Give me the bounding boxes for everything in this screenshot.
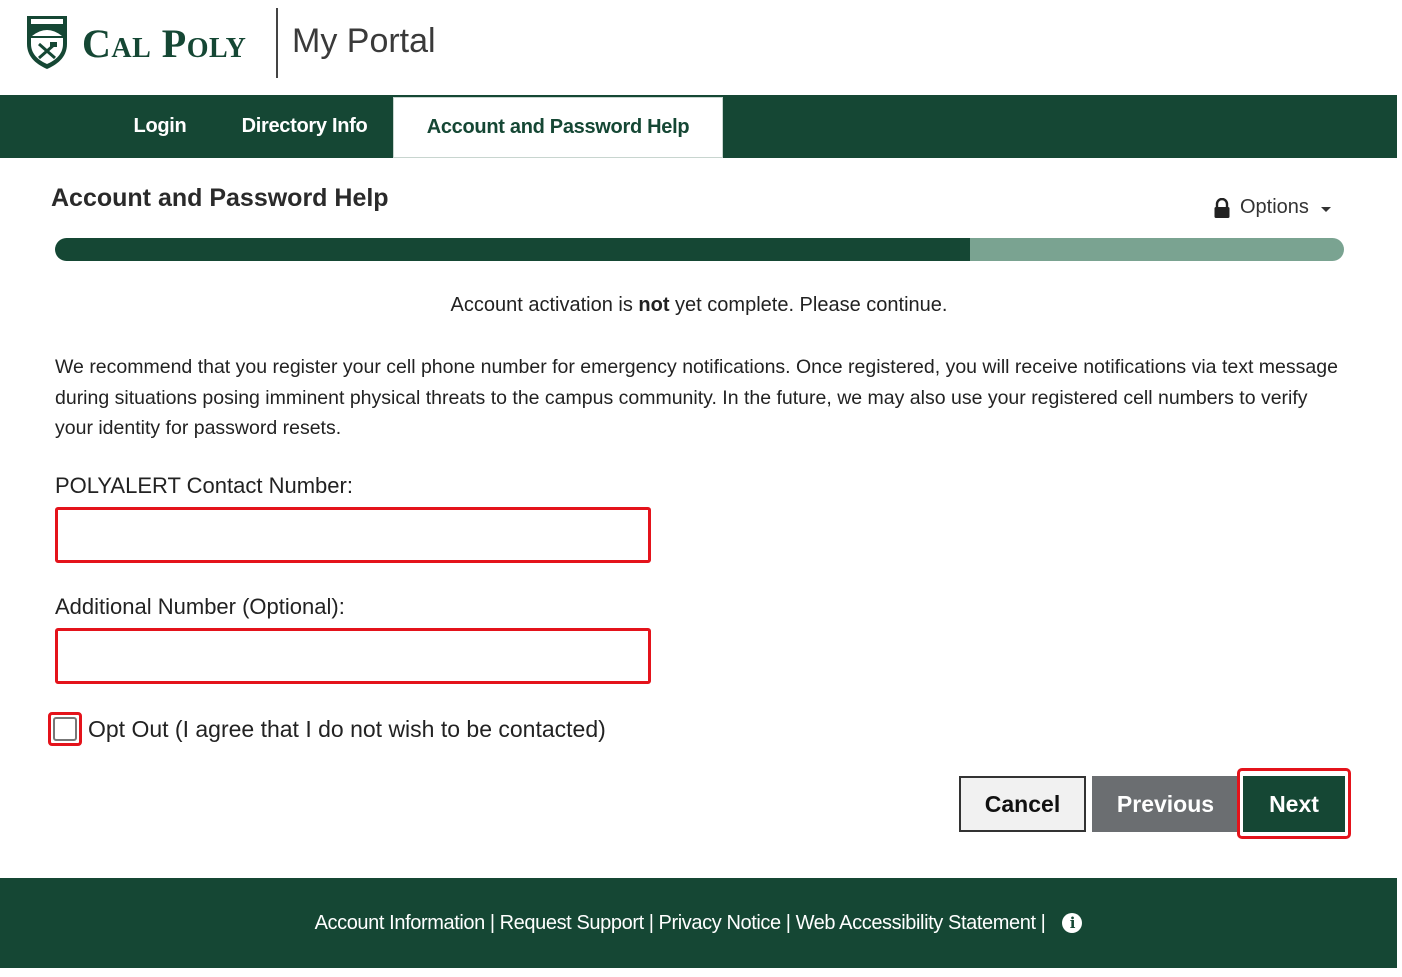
optout-row: Opt Out (I agree that I do not wish to b… — [48, 712, 606, 746]
site-footer: Account Information | Request Support | … — [0, 878, 1397, 968]
status-emphasis: not — [638, 294, 670, 316]
footer-separator: | — [489, 911, 495, 934]
footer-separator: | — [785, 911, 791, 934]
info-icon[interactable]: i — [1062, 913, 1083, 933]
status-suffix: yet complete. Please continue. — [669, 294, 948, 316]
header-divider — [276, 8, 278, 78]
footer-link-request-support[interactable]: Request Support — [500, 912, 645, 935]
main-nav: Login Directory Info Account and Passwor… — [0, 95, 1397, 158]
additional-number-input[interactable] — [55, 628, 651, 684]
optout-label[interactable]: Opt Out (I agree that I do not wish to b… — [88, 716, 606, 743]
app-title: My Portal — [292, 22, 436, 60]
optout-checkbox-highlight — [48, 712, 82, 746]
nav-tab-account-password-help[interactable]: Account and Password Help — [393, 97, 723, 158]
nav-tab-directory-info[interactable]: Directory Info — [222, 95, 387, 158]
status-prefix: Account activation is — [450, 294, 639, 316]
progress-fill — [55, 238, 971, 261]
additional-number-label: Additional Number (Optional): — [55, 594, 345, 619]
polyalert-number-label: POLYALERT Contact Number: — [55, 473, 353, 498]
next-button[interactable]: Next — [1243, 776, 1345, 832]
page-title: Account and Password Help — [51, 184, 389, 212]
footer-separator: | — [648, 911, 654, 934]
previous-button[interactable]: Previous — [1092, 776, 1239, 832]
footer-separator: | — [1040, 911, 1046, 934]
chevron-down-icon — [1320, 207, 1331, 212]
site-header: Cal Poly My Portal — [0, 0, 1402, 95]
activation-progress-bar — [55, 238, 1344, 261]
options-dropdown[interactable]: Options — [1214, 196, 1331, 219]
intro-paragraph: We recommend that you register your cell… — [55, 356, 1338, 439]
footer-link-privacy-notice[interactable]: Privacy Notice — [659, 912, 782, 935]
optout-checkbox[interactable] — [53, 717, 77, 741]
activation-status-message: Account activation is not yet complete. … — [0, 294, 1398, 317]
lock-icon — [1214, 197, 1230, 218]
cancel-button[interactable]: Cancel — [959, 776, 1086, 832]
footer-link-web-accessibility-statement[interactable]: Web Accessibility Statement — [796, 912, 1036, 935]
cal-poly-logo-text: Cal Poly — [82, 21, 247, 66]
cal-poly-shield-logo-icon — [27, 16, 67, 69]
nav-tab-login[interactable]: Login — [118, 95, 202, 158]
footer-link-account-information[interactable]: Account Information — [315, 912, 486, 935]
options-label: Options — [1240, 196, 1309, 218]
polyalert-number-input[interactable] — [55, 507, 651, 563]
